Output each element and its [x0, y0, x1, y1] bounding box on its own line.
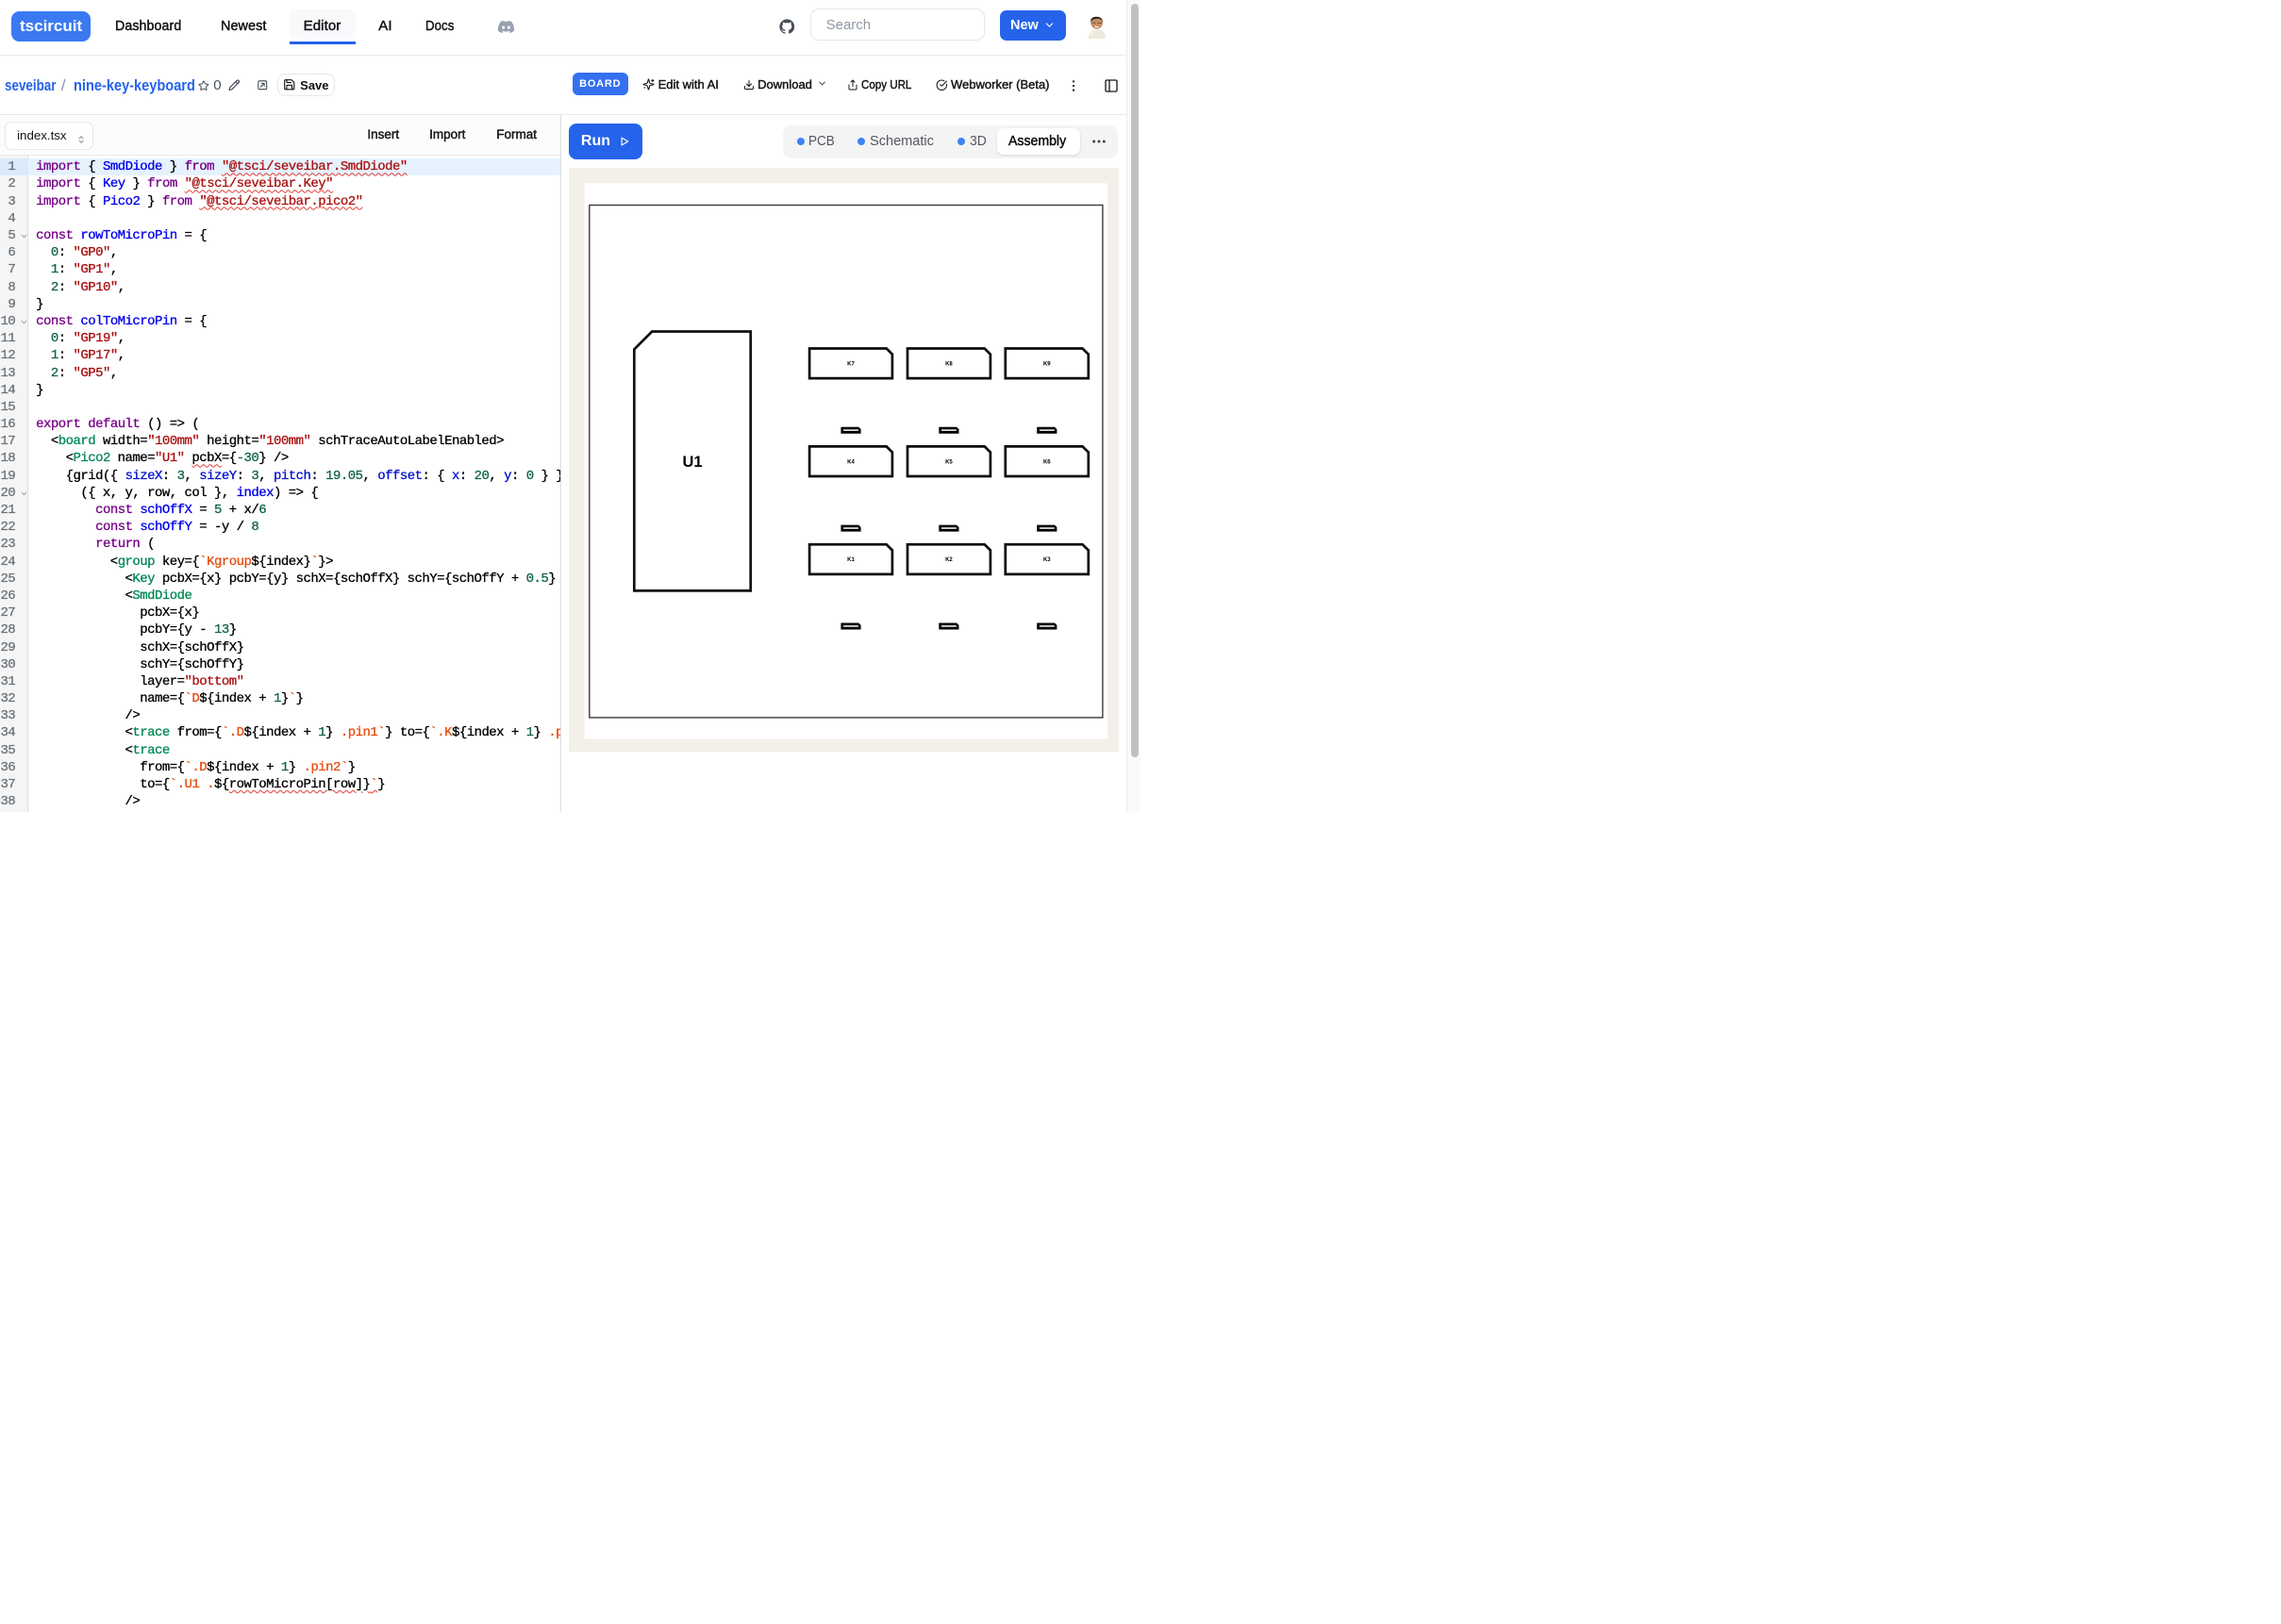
- svg-text:K7: K7: [847, 361, 855, 367]
- svg-text:K3: K3: [1043, 557, 1051, 563]
- svg-text:K4: K4: [847, 459, 855, 465]
- svg-text:K2: K2: [945, 557, 953, 563]
- svg-text:K1: K1: [847, 557, 855, 563]
- svg-text:K5: K5: [945, 459, 953, 465]
- svg-text:U1: U1: [682, 454, 702, 471]
- svg-text:K9: K9: [1043, 361, 1051, 367]
- svg-text:K8: K8: [945, 361, 953, 367]
- svg-text:K6: K6: [1043, 459, 1051, 465]
